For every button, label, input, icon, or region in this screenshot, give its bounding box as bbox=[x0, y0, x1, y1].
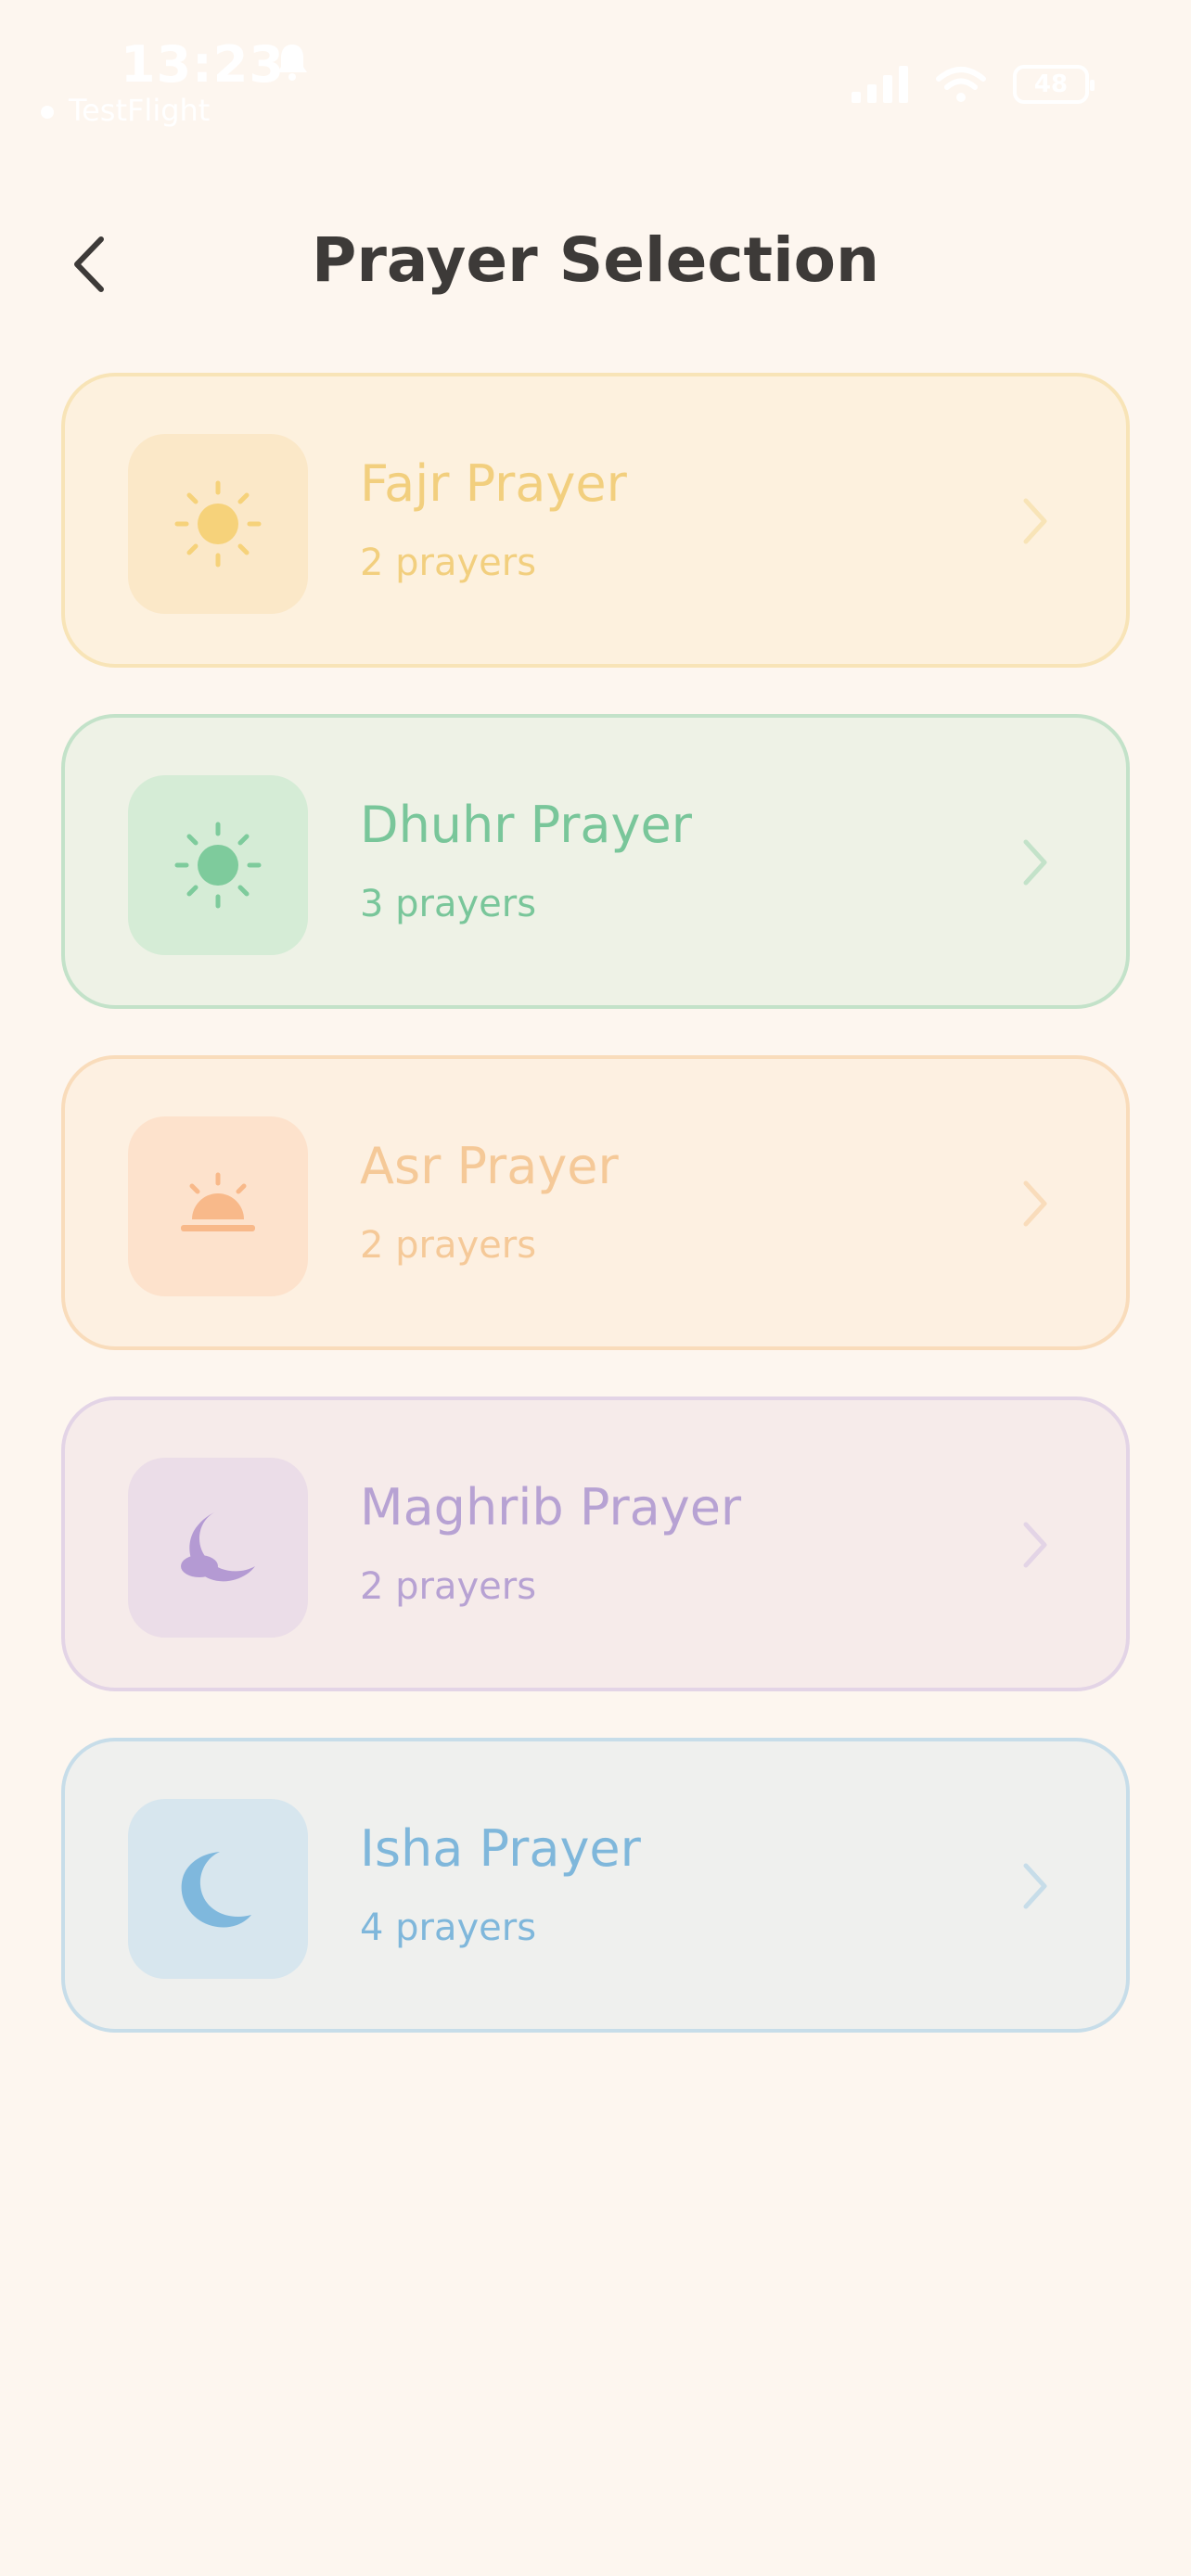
battery-level: 48 bbox=[1033, 70, 1069, 98]
prayer-card-dhuhr[interactable]: Dhuhr Prayer 3 prayers bbox=[61, 714, 1130, 1009]
status-icons: 48 bbox=[852, 65, 1095, 104]
card-icon-box bbox=[128, 1116, 308, 1296]
card-icon-box bbox=[128, 1458, 308, 1638]
card-icon-box bbox=[128, 434, 308, 614]
chevron-right-icon bbox=[1023, 1863, 1047, 1909]
source-app-label: TestFlight bbox=[69, 93, 211, 128]
prayer-count: 3 prayers bbox=[360, 883, 537, 925]
moon-icon bbox=[181, 1852, 251, 1928]
prayer-card-maghrib[interactable]: Maghrib Prayer 2 prayers bbox=[61, 1396, 1130, 1691]
sun-icon bbox=[174, 822, 262, 909]
prayer-card-fajr[interactable]: Fajr Prayer 2 prayers bbox=[61, 373, 1130, 668]
prayer-name: Fajr Prayer bbox=[360, 454, 627, 513]
chevron-right-icon bbox=[1023, 1522, 1047, 1568]
battery-icon: 48 bbox=[1013, 65, 1095, 104]
prayer-count: 2 prayers bbox=[360, 1565, 537, 1608]
chevron-right-icon bbox=[1023, 839, 1047, 886]
chevron-right-icon bbox=[1023, 1180, 1047, 1227]
status-time: 13:23 bbox=[121, 35, 285, 94]
status-bar: 13:23 TestFlight 48 bbox=[0, 0, 1191, 130]
header: Prayer Selection bbox=[0, 204, 1191, 325]
prayer-name: Isha Prayer bbox=[360, 1819, 641, 1878]
bell-icon bbox=[277, 45, 307, 81]
card-icon-box bbox=[128, 775, 308, 955]
moon-cloud-icon bbox=[181, 1512, 255, 1582]
prayer-list: Fajr Prayer 2 prayers Dhuhr Prayer 3 pra… bbox=[61, 373, 1130, 2079]
prayer-name: Dhuhr Prayer bbox=[360, 796, 692, 854]
prayer-name: Asr Prayer bbox=[360, 1137, 619, 1195]
signal-icon bbox=[852, 66, 908, 103]
prayer-name: Maghrib Prayer bbox=[360, 1478, 742, 1537]
prayer-count: 2 prayers bbox=[360, 1224, 537, 1267]
wifi-icon bbox=[936, 67, 986, 102]
prayer-card-asr[interactable]: Asr Prayer 2 prayers bbox=[61, 1055, 1130, 1350]
prayer-card-isha[interactable]: Isha Prayer 4 prayers bbox=[61, 1738, 1130, 2033]
page-title: Prayer Selection bbox=[311, 224, 880, 296]
prayer-count: 4 prayers bbox=[360, 1906, 537, 1949]
card-icon-box bbox=[128, 1799, 308, 1979]
prayer-selection-screen: 13:23 TestFlight 48 Prayer Selection Faj… bbox=[0, 0, 1191, 2576]
back-arrow-icon bbox=[41, 106, 54, 119]
sun-icon bbox=[174, 480, 262, 567]
prayer-count: 2 prayers bbox=[360, 542, 537, 584]
chevron-right-icon bbox=[1023, 498, 1047, 544]
sunset-icon bbox=[181, 1172, 255, 1231]
return-to-app-link[interactable]: TestFlight bbox=[41, 93, 210, 128]
